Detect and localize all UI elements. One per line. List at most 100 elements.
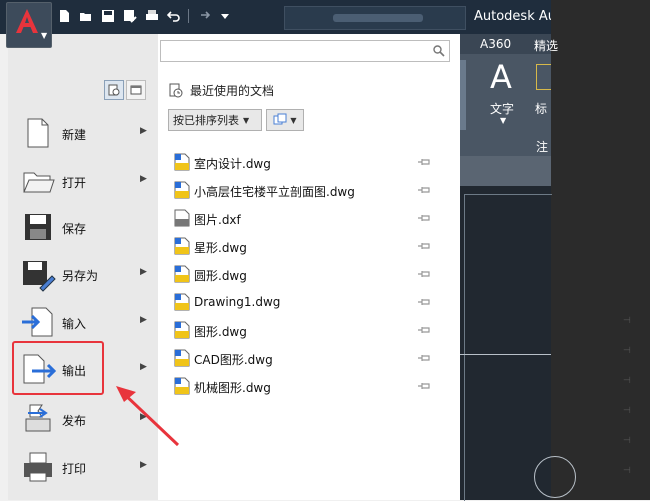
recent-file-row[interactable]: 图形.dwg: [172, 316, 442, 344]
autocad-logo-icon: [16, 9, 38, 33]
dimension-label[interactable]: 标: [535, 100, 547, 117]
open-icon[interactable]: [78, 8, 94, 24]
file-name: 机械图形.dwg: [194, 381, 271, 395]
recent-documents-heading: 最近使用的文档: [190, 84, 275, 98]
tab-a360[interactable]: A360: [480, 37, 511, 51]
file-name: 小高层住宅楼平立剖面图.dwg: [194, 185, 355, 199]
chevron-down-icon: ▼: [41, 31, 48, 40]
drawing-tabs: [460, 156, 551, 186]
dwg-file-icon: [174, 265, 190, 283]
dwg-file-icon: [174, 377, 190, 395]
chevron-down-icon[interactable]: ▼: [500, 116, 506, 125]
drawing-circle: [534, 456, 576, 498]
pin-icon: ⊣: [623, 316, 631, 326]
open-documents-icon[interactable]: [126, 80, 146, 100]
menu-item-import[interactable]: 输入 ▶: [12, 301, 152, 345]
sort-label: 按已排序列表: [173, 114, 239, 127]
new-doc-icon: [27, 118, 49, 148]
file-name: 星形.dwg: [194, 241, 247, 255]
menu-item-label: 打印: [62, 462, 87, 476]
redo-icon[interactable]: [195, 8, 211, 24]
export-highlight-box: [12, 341, 104, 395]
dwg-file-icon: [174, 321, 190, 339]
toolbar-separator: [188, 9, 189, 23]
save-as-icon: [23, 261, 56, 292]
submenu-arrow-icon: ▶: [140, 315, 147, 325]
pin-icon[interactable]: [416, 268, 432, 280]
menu-item-label: 新建: [62, 128, 87, 142]
menu-item-open[interactable]: 打开 ▶: [12, 160, 152, 204]
file-name: 图形.dwg: [194, 325, 247, 339]
submenu-arrow-icon: ▶: [140, 174, 147, 184]
pin-icon: ⊣: [623, 406, 631, 416]
recent-file-row[interactable]: Drawing1.dwg: [172, 288, 442, 316]
blurred-tab-text: [333, 14, 423, 22]
tab-featured[interactable]: 精选: [534, 37, 558, 54]
recent-documents-icon: [169, 83, 183, 97]
application-menu-button[interactable]: ▼: [6, 2, 52, 48]
drawing-canvas[interactable]: [460, 186, 576, 501]
ribbon-side-icons: [460, 60, 466, 130]
import-icon: [22, 307, 53, 337]
recent-file-row[interactable]: 图片.dxf: [172, 204, 442, 232]
recent-file-row[interactable]: 室内设计.dwg: [172, 148, 442, 176]
pin-icon[interactable]: [416, 212, 432, 224]
recent-documents-header: 最近使用的文档: [168, 82, 274, 99]
menu-item-publish[interactable]: 发布 ▶: [12, 398, 152, 442]
sort-dropdown[interactable]: 按已排序列表 ▼: [168, 109, 262, 131]
menu-item-new[interactable]: 新建 ▶: [12, 112, 152, 156]
recent-view-toggle: [104, 80, 146, 100]
chevron-down-icon: ▼: [290, 115, 297, 125]
view-icons-icon: [273, 113, 287, 125]
pin-icon[interactable]: [416, 156, 432, 168]
open-folder-icon: [23, 172, 55, 193]
pin-icon[interactable]: [416, 324, 432, 336]
new-icon[interactable]: [56, 8, 72, 24]
submenu-arrow-icon: ▶: [140, 126, 147, 136]
recent-file-list: 室内设计.dwg 小高层住宅楼平立剖面图.dwg 图片.dxf 星形.dwg 圆形.dw…: [172, 148, 442, 400]
recent-file-row[interactable]: 小高层住宅楼平立剖面图.dwg: [172, 176, 442, 204]
menu-item-save[interactable]: 保存: [12, 206, 152, 250]
save-icon[interactable]: [100, 8, 116, 24]
file-name: Drawing1.dwg: [194, 295, 281, 309]
drawing-frame: [464, 194, 552, 501]
menu-item-label: 输入: [62, 317, 87, 331]
ribbon-panel: A 文字 标 ▼ 注: [460, 54, 551, 156]
search-field[interactable]: [160, 40, 450, 62]
search-icon[interactable]: [432, 44, 446, 58]
drawing-side-panel: ⊣ ⊣ ⊣ ⊣ ⊣ ⊣: [551, 0, 650, 500]
app-title: Autodesk Au: [474, 9, 556, 24]
print-icon: [24, 452, 52, 482]
view-dropdown[interactable]: ▼: [266, 109, 304, 131]
dwg-file-icon: [174, 181, 190, 199]
menu-item-print[interactable]: 打印 ▶: [12, 446, 152, 490]
print-icon[interactable]: [144, 8, 160, 24]
save-disk-icon: [25, 214, 51, 240]
recent-file-row[interactable]: 星形.dwg: [172, 232, 442, 260]
chevron-down-icon: ▼: [243, 115, 250, 125]
file-tab-bar[interactable]: [284, 6, 466, 30]
pin-icon[interactable]: [416, 352, 432, 364]
dimension-icon[interactable]: [536, 64, 551, 90]
file-name: 室内设计.dwg: [194, 157, 271, 171]
undo-icon[interactable]: [166, 8, 182, 24]
customize-icon[interactable]: [217, 8, 233, 24]
pin-icon[interactable]: [416, 380, 432, 392]
submenu-arrow-icon: ▶: [140, 460, 147, 470]
recent-file-row[interactable]: CAD图形.dwg: [172, 344, 442, 372]
recent-file-row[interactable]: 机械图形.dwg: [172, 372, 442, 400]
text-tool-icon[interactable]: A: [490, 58, 512, 96]
menu-item-save-as[interactable]: 另存为 ▶: [12, 253, 152, 297]
pin-icon[interactable]: [416, 184, 432, 196]
submenu-arrow-icon: ▶: [140, 412, 147, 422]
submenu-arrow-icon: ▶: [140, 362, 147, 372]
file-name: CAD图形.dwg: [194, 353, 273, 367]
save-as-icon[interactable]: [122, 8, 138, 24]
pin-icon[interactable]: [416, 240, 432, 252]
pin-icon: ⊣: [623, 376, 631, 386]
search-input[interactable]: [165, 43, 431, 59]
text-tool-label[interactable]: 文字: [490, 100, 514, 117]
pin-icon[interactable]: [416, 296, 432, 308]
recent-documents-icon[interactable]: [104, 80, 124, 100]
recent-file-row[interactable]: 圆形.dwg: [172, 260, 442, 288]
